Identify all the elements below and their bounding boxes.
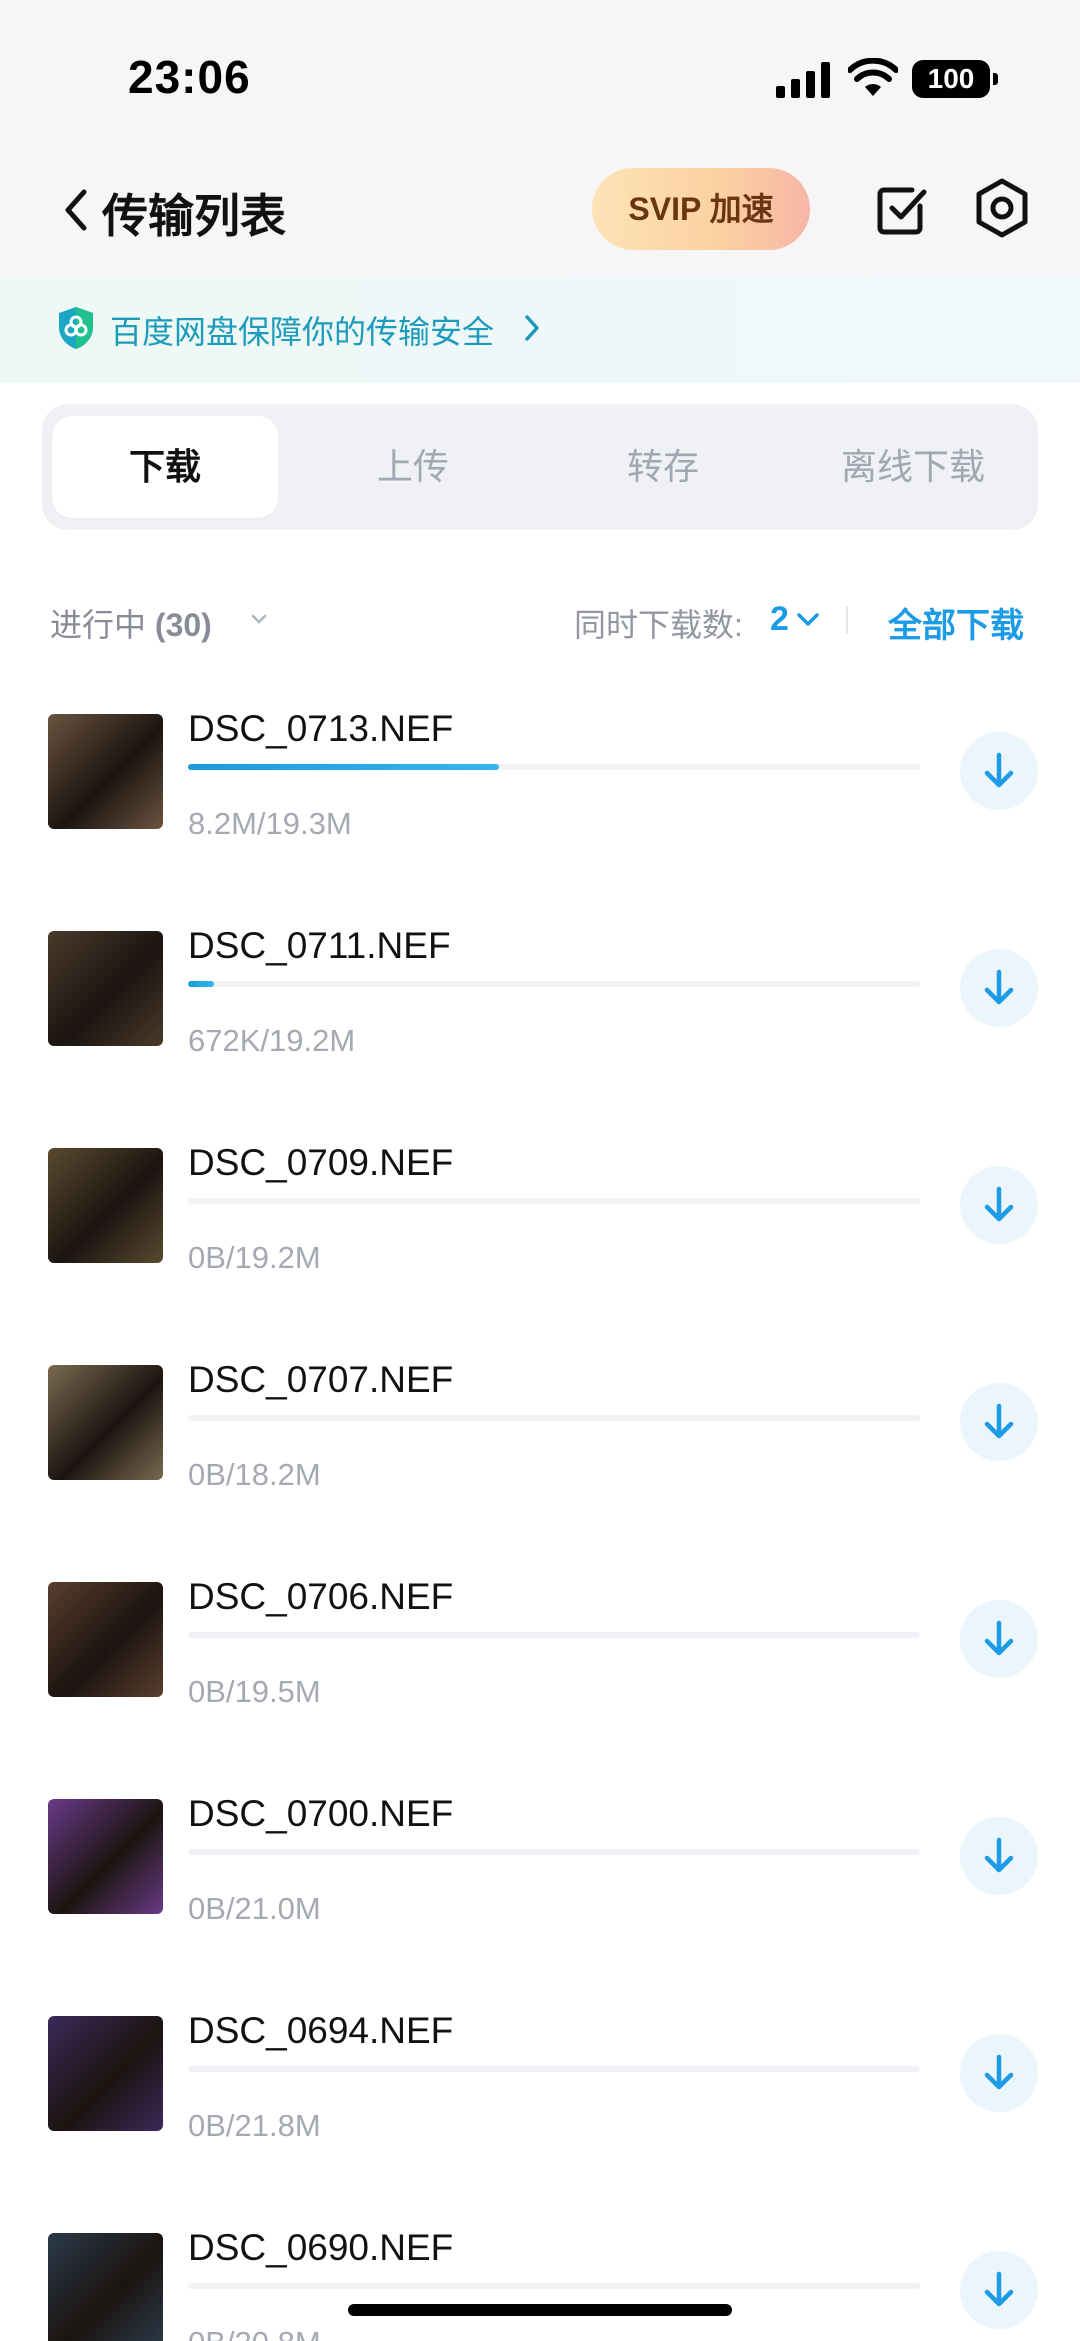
file-name: DSC_0713.NEF [188,708,454,749]
tab-save[interactable]: 转存 [550,416,776,518]
download-arrow-icon [984,2271,1014,2307]
file-size: 0B/21.0M [188,1891,321,1926]
signal-icon [776,62,830,98]
status-filter-label: 进行中 [50,607,147,643]
back-chevron-icon[interactable] [56,182,96,238]
battery-icon: 100 [912,60,998,98]
checkbox-icon[interactable] [872,180,932,240]
progress-bar [188,1198,920,1204]
divider [846,606,848,634]
download-button[interactable] [960,949,1038,1027]
download-arrow-icon [984,752,1014,788]
download-arrow-icon [984,2054,1014,2090]
list-item[interactable]: DSC_0700.NEF 0B/21.0M [0,1785,1080,2002]
progress-bar [188,2283,920,2289]
file-size: 0B/19.2M [188,1240,321,1275]
progress-bar [188,1632,920,1638]
download-button[interactable] [960,2251,1038,2329]
progress-bar [188,981,920,987]
settings-icon[interactable] [970,176,1034,240]
header: 传输列表 SVIP 加速 [0,150,1080,275]
file-name: DSC_0709.NEF [188,1142,454,1183]
download-arrow-icon [984,1837,1014,1873]
concurrent-downloads-label: 同时下载数: [574,607,743,643]
progress-bar [188,2066,920,2072]
progress-bar [188,1849,920,1855]
security-banner[interactable]: 百度网盘保障你的传输安全 [0,275,1080,383]
file-name: DSC_0711.NEF [188,925,451,966]
list-item[interactable]: DSC_0709.NEF 0B/19.2M [0,1134,1080,1351]
wifi-icon [848,58,898,96]
file-thumbnail [48,1799,163,1914]
download-arrow-icon [984,1186,1014,1222]
page-title: 传输列表 [102,190,286,242]
list-item[interactable]: DSC_0694.NEF 0B/21.8M [0,2002,1080,2219]
status-filter-count: (30) [154,607,212,643]
home-indicator[interactable] [348,2304,732,2316]
download-button[interactable] [960,2034,1038,2112]
download-button[interactable] [960,1817,1038,1895]
list-item[interactable]: DSC_0713.NEF 8.2M/19.3M [0,700,1080,917]
svip-boost-button[interactable]: SVIP 加速 [592,168,810,250]
file-thumbnail [48,1148,163,1263]
file-thumbnail [48,2233,163,2341]
transfer-tabs: 下载 上传 转存 离线下载 [42,404,1038,530]
tab-upload[interactable]: 上传 [300,416,526,518]
file-thumbnail [48,931,163,1046]
status-bar: 23:06 100 [0,0,1080,150]
file-size: 8.2M/19.3M [188,806,352,841]
list-item[interactable]: DSC_0707.NEF 0B/18.2M [0,1351,1080,1568]
download-arrow-icon [984,1403,1014,1439]
file-name: DSC_0694.NEF [188,2010,454,2051]
file-thumbnail [48,1365,163,1480]
download-button[interactable] [960,1166,1038,1244]
file-name: DSC_0700.NEF [188,1793,454,1834]
download-button[interactable] [960,1383,1038,1461]
tab-download[interactable]: 下载 [52,416,278,518]
chevron-down-icon[interactable] [250,612,268,626]
file-thumbnail [48,1582,163,1697]
banner-text: 百度网盘保障你的传输安全 [110,314,495,350]
file-name: DSC_0707.NEF [188,1359,454,1400]
file-name: DSC_0690.NEF [188,2227,454,2268]
shield-icon [59,307,93,349]
status-filter[interactable]: 进行中 (30) [50,600,212,646]
file-thumbnail [48,2016,163,2131]
progress-bar [188,1415,920,1421]
concurrent-downloads-value[interactable]: 2 [770,600,789,639]
file-size: 0B/19.5M [188,1674,321,1709]
status-time: 23:06 [128,51,251,103]
file-size: 0B/21.8M [188,2108,321,2143]
chevron-right-icon [525,315,539,341]
download-button[interactable] [960,732,1038,810]
tab-offline-download[interactable]: 离线下载 [800,416,1026,518]
progress-fill [188,764,500,770]
download-arrow-icon [984,969,1014,1005]
file-thumbnail [48,714,163,829]
download-button[interactable] [960,1600,1038,1678]
file-size: 0B/20.8M [188,2325,321,2341]
download-all-button[interactable]: 全部下载 [888,598,1024,647]
file-size: 0B/18.2M [188,1457,321,1492]
file-name: DSC_0706.NEF [188,1576,454,1617]
download-arrow-icon [984,1620,1014,1656]
chevron-down-icon[interactable] [796,612,820,628]
progress-fill [188,981,214,987]
list-item[interactable]: DSC_0711.NEF 672K/19.2M [0,917,1080,1134]
progress-bar [188,764,920,770]
list-item[interactable]: DSC_0690.NEF 0B/20.8M [0,2219,1080,2341]
list-item[interactable]: DSC_0706.NEF 0B/19.5M [0,1568,1080,1785]
file-size: 672K/19.2M [188,1023,356,1058]
